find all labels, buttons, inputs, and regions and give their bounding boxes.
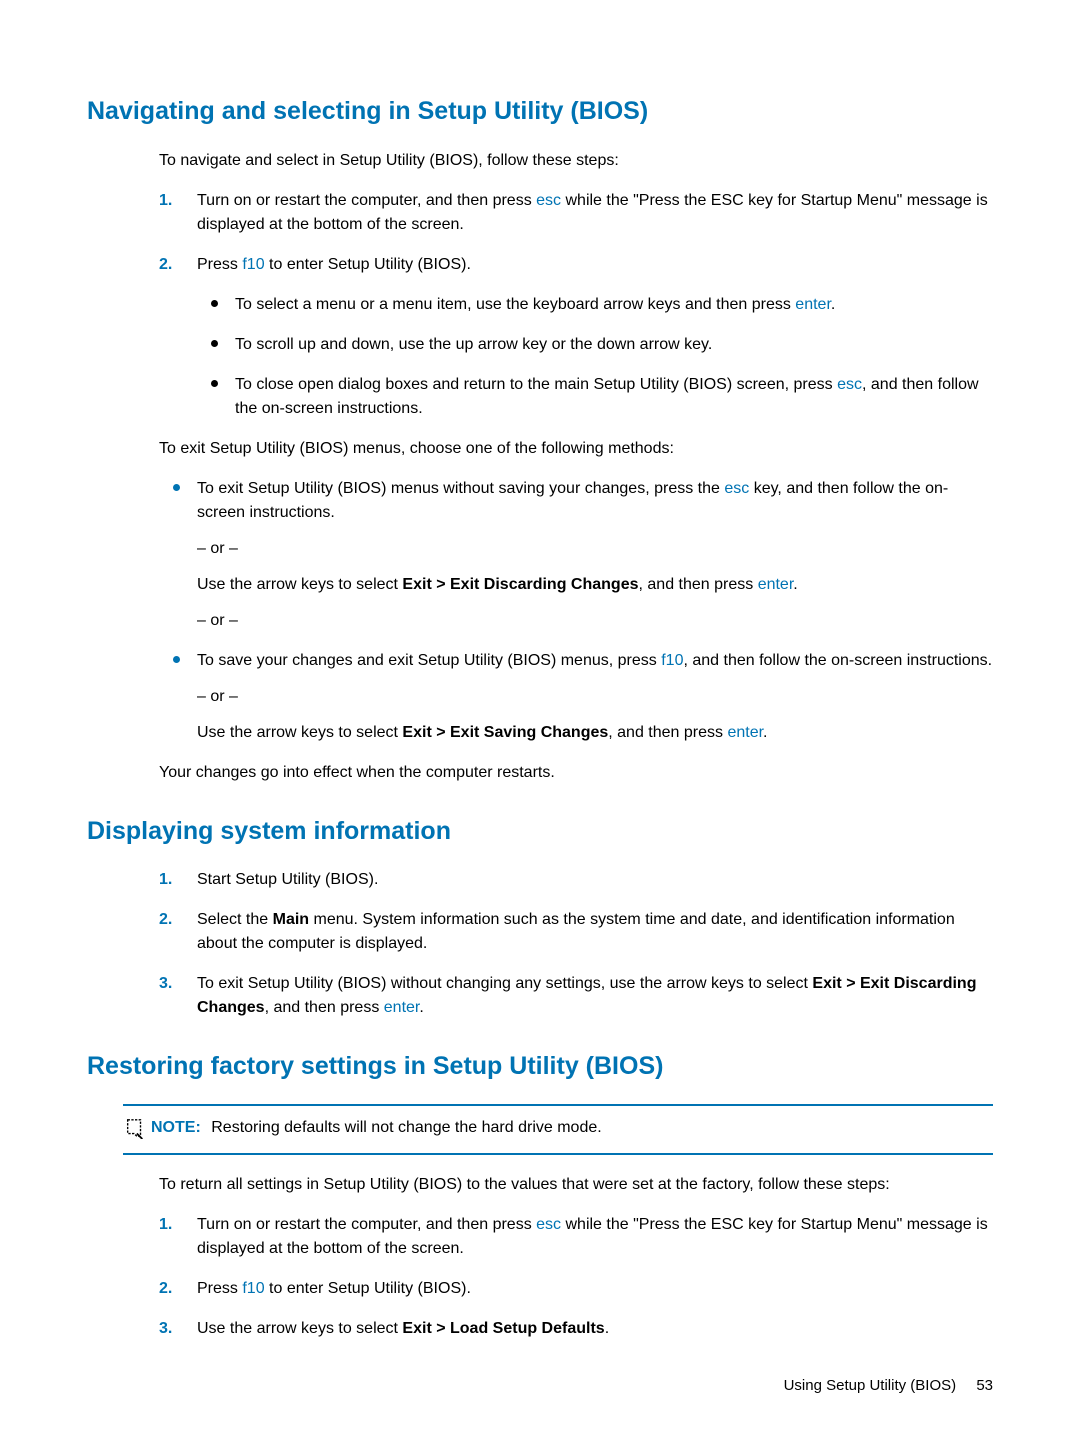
note-text: Restoring defaults will not change the h… [211, 1119, 601, 1136]
step-number: 3. [159, 972, 172, 996]
menu-path: Exit > Exit Saving Changes [402, 724, 608, 741]
nav-steps: 1. Turn on or restart the computer, and … [159, 189, 993, 421]
nav-step-1: 1. Turn on or restart the computer, and … [159, 189, 993, 237]
menu-path: Exit > Load Setup Defaults [402, 1320, 604, 1337]
key-enter: enter [727, 724, 763, 741]
rest-step-1: 1. Turn on or restart the computer, and … [159, 1213, 993, 1261]
step-text: Turn on or restart the computer, and the… [197, 192, 988, 233]
nav-intro: To navigate and select in Setup Utility … [159, 149, 993, 173]
key-enter: enter [795, 296, 831, 313]
heading-restoring: Restoring factory settings in Setup Util… [87, 1048, 993, 1086]
step-text: Use the arrow keys to select Exit > Load… [197, 1320, 609, 1337]
step-number: 1. [159, 868, 172, 892]
footer-label: Using Setup Utility (BIOS) [784, 1377, 957, 1394]
key-esc: esc [536, 192, 561, 209]
page-footer: Using Setup Utility (BIOS) 53 [784, 1375, 993, 1398]
rest-intro: To return all settings in Setup Utility … [159, 1173, 993, 1197]
key-enter: enter [384, 999, 420, 1016]
note-label: NOTE: [151, 1119, 201, 1136]
rest-steps: 1. Turn on or restart the computer, and … [159, 1213, 993, 1341]
heading-displaying: Displaying system information [87, 813, 993, 851]
exit-method-1-alt: Use the arrow keys to select Exit > Exit… [197, 573, 993, 597]
nav-outro: Your changes go into effect when the com… [159, 761, 993, 785]
step-text: Select the Main menu. System information… [197, 911, 955, 952]
nav-bullet-2: To scroll up and down, use the up arrow … [197, 333, 993, 357]
step-number: 3. [159, 1317, 172, 1341]
exit-intro: To exit Setup Utility (BIOS) menus, choo… [159, 437, 993, 461]
nav-bullet-1: To select a menu or a menu item, use the… [197, 293, 993, 317]
key-esc: esc [837, 376, 862, 393]
or-divider: – or – [197, 685, 993, 709]
step-text: Start Setup Utility (BIOS). [197, 871, 378, 888]
note-content: NOTE: Restoring defaults will not change… [123, 1114, 993, 1145]
step-text: Turn on or restart the computer, and the… [197, 1216, 988, 1257]
key-f10: f10 [661, 652, 683, 669]
disp-step-2: 2. Select the Main menu. System informat… [159, 908, 993, 956]
page-content: Navigating and selecting in Setup Utilit… [0, 0, 1080, 1397]
step-text: Press f10 to enter Setup Utility (BIOS). [197, 256, 471, 273]
exit-method-2-alt: Use the arrow keys to select Exit > Exit… [197, 721, 993, 745]
note-box: NOTE: Restoring defaults will not change… [123, 1104, 993, 1155]
rest-step-2: 2. Press f10 to enter Setup Utility (BIO… [159, 1277, 993, 1301]
page-number: 53 [976, 1377, 993, 1394]
disp-step-3: 3. To exit Setup Utility (BIOS) without … [159, 972, 993, 1020]
key-esc: esc [724, 480, 749, 497]
nav-step-2: 2. Press f10 to enter Setup Utility (BIO… [159, 253, 993, 421]
note-text-wrap: NOTE: Restoring defaults will not change… [151, 1116, 602, 1140]
exit-method-2: To save your changes and exit Setup Util… [159, 649, 993, 745]
disp-steps: 1. Start Setup Utility (BIOS). 2. Select… [159, 868, 993, 1020]
or-divider: – or – [197, 609, 993, 633]
nav-bullet-3: To close open dialog boxes and return to… [197, 373, 993, 421]
note-rule-top [123, 1104, 993, 1106]
step-number: 1. [159, 1213, 172, 1237]
step-text: To exit Setup Utility (BIOS) without cha… [197, 975, 976, 1016]
or-divider: – or – [197, 537, 993, 561]
menu-main: Main [273, 911, 309, 928]
key-enter: enter [758, 576, 794, 593]
step-number: 2. [159, 1277, 172, 1301]
nav-sub-bullets: To select a menu or a menu item, use the… [197, 293, 993, 421]
key-f10: f10 [242, 256, 264, 273]
note-rule-bottom [123, 1153, 993, 1155]
key-f10: f10 [242, 1280, 264, 1297]
key-esc: esc [536, 1216, 561, 1233]
step-number: 2. [159, 908, 172, 932]
step-number: 1. [159, 189, 172, 213]
step-text: Press f10 to enter Setup Utility (BIOS). [197, 1280, 471, 1297]
menu-path: Exit > Exit Discarding Changes [402, 576, 638, 593]
step-number: 2. [159, 253, 172, 277]
note-icon [123, 1116, 149, 1143]
rest-step-3: 3. Use the arrow keys to select Exit > L… [159, 1317, 993, 1341]
exit-methods: To exit Setup Utility (BIOS) menus witho… [159, 477, 993, 745]
disp-step-1: 1. Start Setup Utility (BIOS). [159, 868, 993, 892]
heading-navigating: Navigating and selecting in Setup Utilit… [87, 93, 993, 131]
exit-method-1: To exit Setup Utility (BIOS) menus witho… [159, 477, 993, 633]
